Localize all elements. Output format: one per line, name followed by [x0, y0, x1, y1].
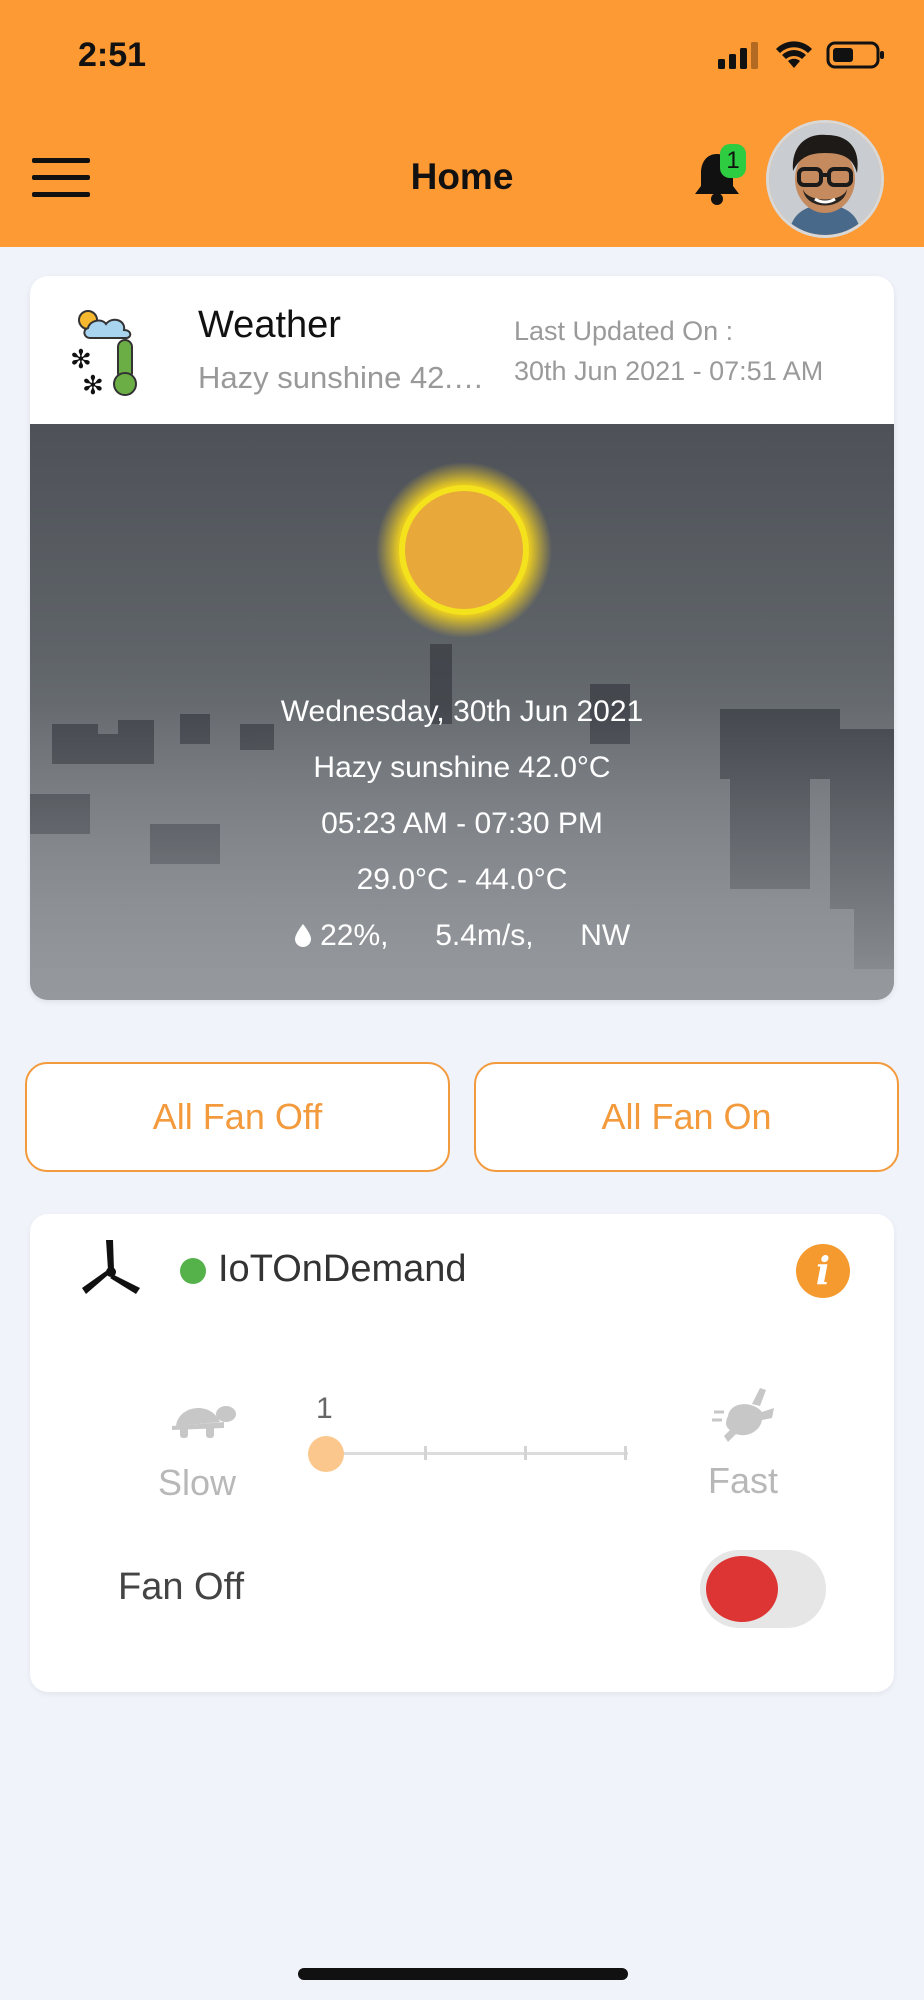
wind-direction: NW	[580, 919, 631, 952]
weather-card[interactable]: ✻ ✻ Weather Hazy sunshine 42.0°C Last Up…	[30, 276, 894, 1000]
cellular-signal-icon	[718, 42, 758, 69]
device-card: IoTOnDemand i Slow 1 Fast Fan Off	[30, 1214, 894, 1692]
status-icons	[718, 40, 886, 70]
status-time: 2:51	[78, 36, 147, 74]
rabbit-icon	[712, 1388, 774, 1442]
fast-label: Fast	[708, 1460, 779, 1501]
humidity-drop-icon	[294, 924, 311, 947]
weather-date: Wednesday, 30th Jun 2021	[280, 695, 644, 728]
user-avatar-icon	[769, 123, 881, 235]
last-updated-value: 30th Jun 2021 - 07:51 AM	[514, 356, 824, 386]
online-status-dot	[180, 1258, 206, 1284]
fan-power-toggle[interactable]	[700, 1550, 826, 1628]
slow-label: Slow	[158, 1462, 237, 1503]
fan-icon	[82, 1240, 140, 1294]
turtle-icon	[172, 1406, 236, 1438]
app-header: 2:51 Home 1	[0, 0, 924, 247]
battery-icon	[826, 41, 884, 69]
device-name: IoTOnDemand	[218, 1248, 467, 1290]
weather-condition-temperature: Hazy sunshine 42.0°C	[313, 751, 611, 784]
wind-speed: 5.4m/s,	[435, 919, 534, 952]
info-icon[interactable]: i	[796, 1244, 850, 1298]
fan-actions: All Fan Off All Fan On	[25, 1062, 899, 1172]
toggle-knob	[706, 1556, 778, 1622]
svg-text:✻: ✻	[82, 371, 104, 400]
speed-slider-thumb[interactable]	[308, 1436, 344, 1472]
speed-slider-tick	[624, 1446, 627, 1460]
speed-value: 1	[316, 1392, 333, 1425]
speed-slider-tick	[424, 1446, 427, 1460]
speed-slider-tick	[524, 1446, 527, 1460]
all-fan-on-button[interactable]: All Fan On	[474, 1062, 899, 1172]
temperature-range: 29.0°C - 44.0°C	[356, 863, 568, 896]
weather-thermometer-icon: ✻ ✻	[70, 310, 137, 400]
fan-state-label: Fan Off	[118, 1566, 245, 1608]
last-updated-label: Last Updated On :	[514, 316, 734, 346]
home-indicator[interactable]	[298, 1968, 628, 1980]
humidity-value: 22%,	[320, 919, 389, 952]
weather-title: Weather	[198, 304, 341, 346]
sunrise-sunset: 05:23 AM - 07:30 PM	[321, 807, 603, 840]
wifi-icon	[776, 41, 812, 68]
avatar[interactable]	[766, 120, 884, 238]
weather-summary: Hazy sunshine 42.0°C	[198, 360, 488, 395]
notification-badge: 1	[720, 144, 746, 178]
weather-details: Wednesday, 30th Jun 2021 Hazy sunshine 4…	[30, 684, 894, 964]
weather-conditions-row: 22%, 5.4m/s, NW	[30, 908, 894, 964]
all-fan-off-button[interactable]: All Fan Off	[25, 1062, 450, 1172]
speed-slider-track[interactable]	[326, 1452, 628, 1455]
weather-background-image: Wednesday, 30th Jun 2021 Hazy sunshine 4…	[30, 424, 894, 1000]
